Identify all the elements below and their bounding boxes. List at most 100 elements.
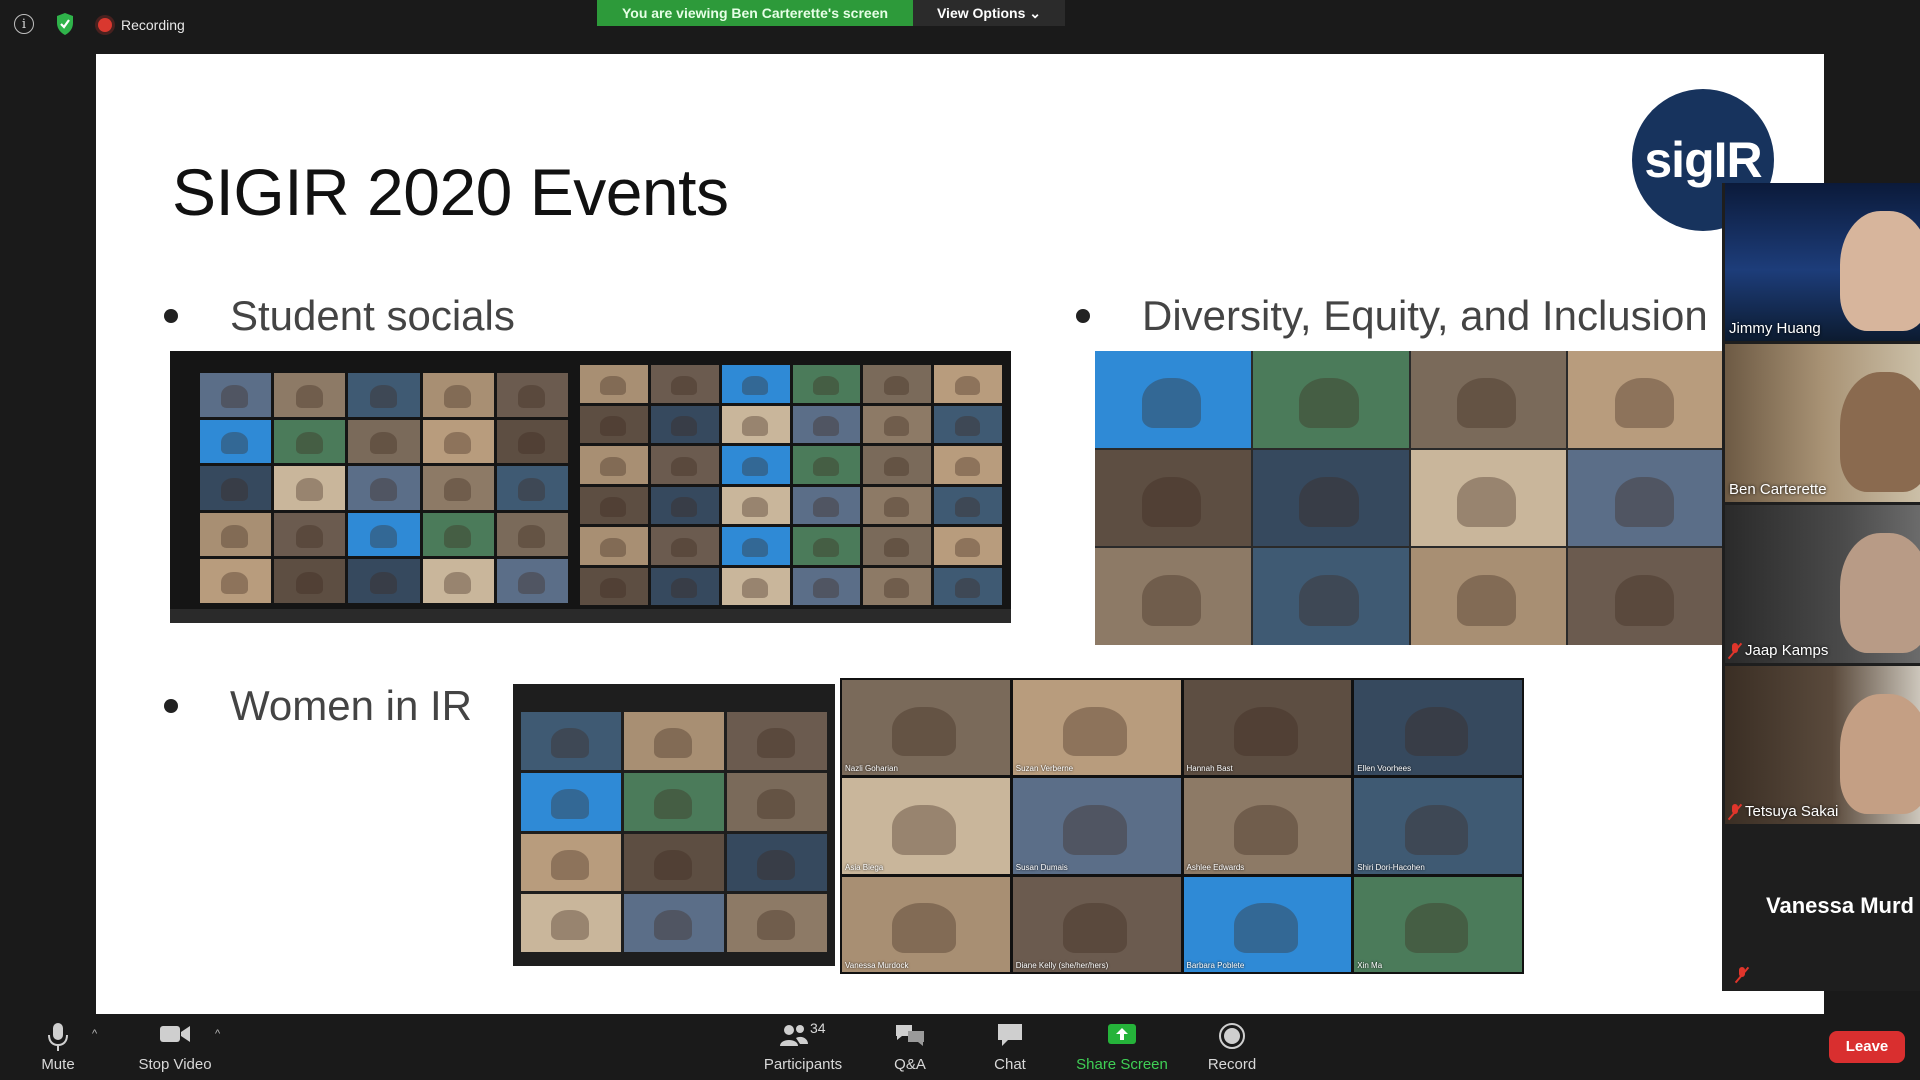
qa-label: Q&A [894, 1056, 926, 1073]
qa-button[interactable]: Q&A [880, 1020, 940, 1076]
video-tile [580, 567, 648, 605]
video-tile [650, 486, 719, 524]
video-tile [721, 446, 790, 484]
video-tile [863, 446, 932, 484]
slide-title: SIGIR 2020 Events [172, 155, 729, 229]
view-options-label: View Options [936, 5, 1026, 21]
bullet-dot [1076, 309, 1090, 323]
video-tile: Barbara Poblete [1183, 876, 1352, 972]
video-tile [863, 486, 932, 524]
video-tile [200, 512, 272, 557]
video-tile-name: Diane Kelly (she/her/hers) [1015, 961, 1109, 970]
bullet-label: Women in IR [230, 682, 472, 729]
shield-check-icon[interactable] [55, 12, 75, 36]
bullet-student-socials: Student socials [164, 292, 515, 340]
video-tile: Ellen Voorhees [1354, 680, 1522, 776]
video-tile-name: Xin Ma [1357, 961, 1383, 970]
video-tile [934, 567, 1002, 605]
video-tile-name: Ashlee Edwards [1186, 862, 1245, 872]
qa-icon [896, 1025, 924, 1046]
video-tile [496, 512, 568, 557]
video-tile [934, 446, 1002, 484]
dock-bar [170, 609, 1011, 623]
participant-tile-jaap-kamps[interactable]: Jaap Kamps [1725, 505, 1920, 663]
video-tile [792, 567, 861, 605]
video-options-caret-icon[interactable]: ^ [215, 1028, 220, 1040]
share-screen-button[interactable]: Share Screen [1072, 1020, 1172, 1076]
video-tile: Susan Dumais [1012, 778, 1181, 874]
video-tile [521, 712, 621, 770]
video-tile [650, 365, 719, 403]
stop-video-button[interactable]: Stop Video [130, 1020, 220, 1076]
participants-label: Participants [763, 1056, 843, 1073]
bullet-label: Diversity, Equity, and Inclusion [1142, 292, 1708, 339]
bullet-diversity: Diversity, Equity, and Inclusion [1076, 292, 1708, 340]
video-tile [792, 446, 861, 484]
video-tile [863, 527, 932, 565]
participant-tile-tetsuya-sakai[interactable]: Tetsuya Sakai [1725, 666, 1920, 824]
participant-tile-ben-carterette[interactable]: Ben Carterette [1725, 344, 1920, 502]
video-tile [792, 486, 861, 524]
recording-indicator[interactable]: Recording [98, 14, 185, 36]
video-tile [422, 466, 494, 510]
video-tile [650, 446, 719, 484]
video-tile [422, 559, 494, 603]
video-tile [1410, 548, 1567, 645]
record-button[interactable]: Record [1202, 1020, 1262, 1076]
viewing-screen-banner: You are viewing Ben Carterette's screen [597, 0, 913, 26]
video-tile [650, 567, 719, 605]
video-tile [1252, 548, 1409, 645]
video-tile [650, 527, 719, 565]
participants-icon [780, 1025, 808, 1046]
view-options-button[interactable]: View Options ⌄ [913, 0, 1065, 26]
women-gallery-right: Nazli Goharian Suzan Verberne Hannah Bast E… [842, 680, 1522, 972]
bullet-label: Student socials [230, 292, 515, 339]
participant-video [1840, 694, 1920, 814]
video-tile [650, 405, 719, 443]
video-tile [624, 894, 724, 952]
bullet-women-in-ir: Women in IR [164, 682, 472, 730]
info-icon[interactable]: i [14, 14, 34, 34]
video-tile: Hannah Bast [1183, 680, 1352, 776]
video-tile [496, 419, 568, 464]
participant-name-video-off[interactable]: Vanessa Murd [1766, 893, 1914, 919]
video-tile [721, 486, 790, 524]
video-tile [863, 405, 932, 443]
video-tile [348, 512, 420, 557]
video-tile: Diane Kelly (she/her/hers) [1012, 876, 1181, 972]
video-tile [521, 833, 621, 892]
chat-button[interactable]: Chat [980, 1020, 1040, 1076]
bullet-dot [164, 309, 178, 323]
participant-tile-jimmy-huang[interactable]: Jimmy Huang [1725, 183, 1920, 341]
recording-dot-icon [98, 18, 112, 32]
mute-button[interactable]: Mute [28, 1020, 88, 1076]
video-tile [274, 512, 346, 557]
video-tile: Asia Biega [842, 778, 1010, 874]
women-in-ir-left-screenshot [513, 684, 835, 966]
participant-name: Jimmy Huang [1729, 320, 1821, 337]
video-tile [1095, 351, 1251, 448]
participants-count: 34 [810, 1020, 826, 1036]
video-tile: Shiri Dori-Hacohen [1354, 778, 1522, 874]
leave-button[interactable]: Leave [1829, 1031, 1905, 1063]
recording-label: Recording [121, 17, 185, 33]
chat-label: Chat [994, 1056, 1026, 1073]
participant-video [1840, 211, 1920, 331]
video-tile [1095, 449, 1251, 547]
student-socials-screenshot [170, 351, 1011, 623]
share-screen-label: Share Screen [1076, 1056, 1168, 1073]
record-icon [1219, 1023, 1245, 1049]
participant-video [1840, 372, 1920, 492]
chat-icon [998, 1024, 1022, 1046]
video-tile [348, 419, 420, 464]
video-tile [496, 559, 568, 603]
mute-options-caret-icon[interactable]: ^ [92, 1028, 97, 1040]
video-tile [521, 894, 621, 952]
video-tile [200, 559, 272, 603]
participants-button[interactable]: 34 Participants [758, 1020, 848, 1076]
video-tile [727, 772, 827, 831]
video-tile [580, 527, 648, 565]
video-tile [792, 527, 861, 565]
video-tile [580, 446, 648, 484]
video-tile-name: Asia Biega [845, 862, 884, 872]
